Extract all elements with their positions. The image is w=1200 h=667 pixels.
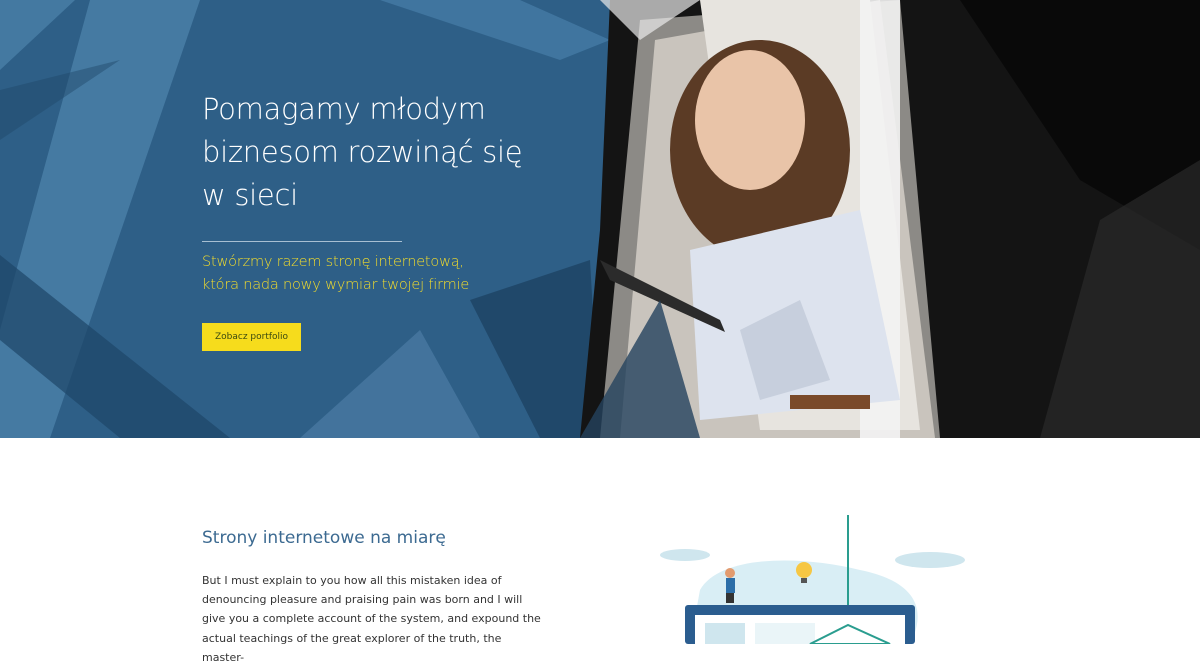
- body-line: give you a complete account of the syste…: [202, 612, 541, 626]
- hero-title-line: w sieci: [202, 178, 298, 212]
- hero-section: Pomagamy młodym biznesom rozwinąć się w …: [0, 0, 1200, 438]
- hero-title-line: biznesom rozwinąć się: [202, 135, 523, 169]
- hero-subtitle-line: która nada nowy wymiar twojej firmie: [202, 277, 470, 293]
- hero-title: Pomagamy młodym biznesom rozwinąć się w …: [202, 88, 582, 217]
- web-design-illustration: [660, 515, 965, 644]
- hero-divider: [202, 241, 402, 242]
- portfolio-button[interactable]: Zobacz portfolio: [202, 323, 302, 351]
- section-heading: Strony internetowe na miarę: [202, 528, 446, 548]
- body-line: denouncing pleasure and praising pain wa…: [202, 593, 523, 607]
- hero-subtitle-line: Stwórzmy razem stronę internetową,: [202, 254, 464, 270]
- hero-title-line: Pomagamy młodym: [202, 92, 486, 126]
- body-line: actual teachings of the great explorer o…: [202, 631, 502, 664]
- hero-content: Pomagamy młodym biznesom rozwinąć się w …: [202, 88, 582, 351]
- body-line: But I must explain to you how all this m…: [202, 574, 502, 587]
- hero-background: [0, 0, 1200, 438]
- hero-subtitle: Stwórzmy razem stronę internetową, która…: [202, 251, 582, 297]
- section-body: But I must explain to you how all this m…: [202, 571, 542, 667]
